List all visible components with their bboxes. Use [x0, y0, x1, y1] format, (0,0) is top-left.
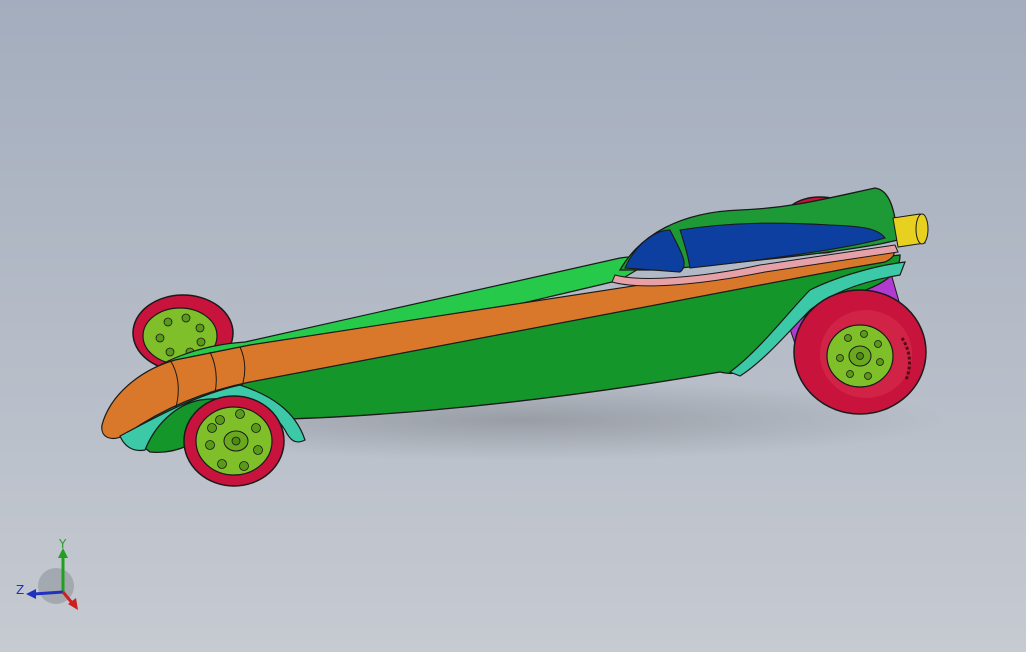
model-canvas[interactable] [0, 0, 1026, 652]
z-axis-label: Z [16, 583, 24, 597]
front-near-axle-cap [231, 436, 241, 446]
front-near-wheel[interactable] [183, 395, 285, 487]
graphics-viewport[interactable]: Y Z [0, 0, 1026, 652]
orientation-triad[interactable]: Y Z [10, 532, 90, 622]
z-axis [33, 590, 64, 596]
y-axis-label: Y [58, 537, 67, 551]
z-axis-arrowhead [26, 589, 36, 599]
exhaust-pipe [892, 213, 929, 248]
rear-near-wheel[interactable] [793, 289, 927, 415]
rear-near-axle-cap [856, 352, 864, 360]
